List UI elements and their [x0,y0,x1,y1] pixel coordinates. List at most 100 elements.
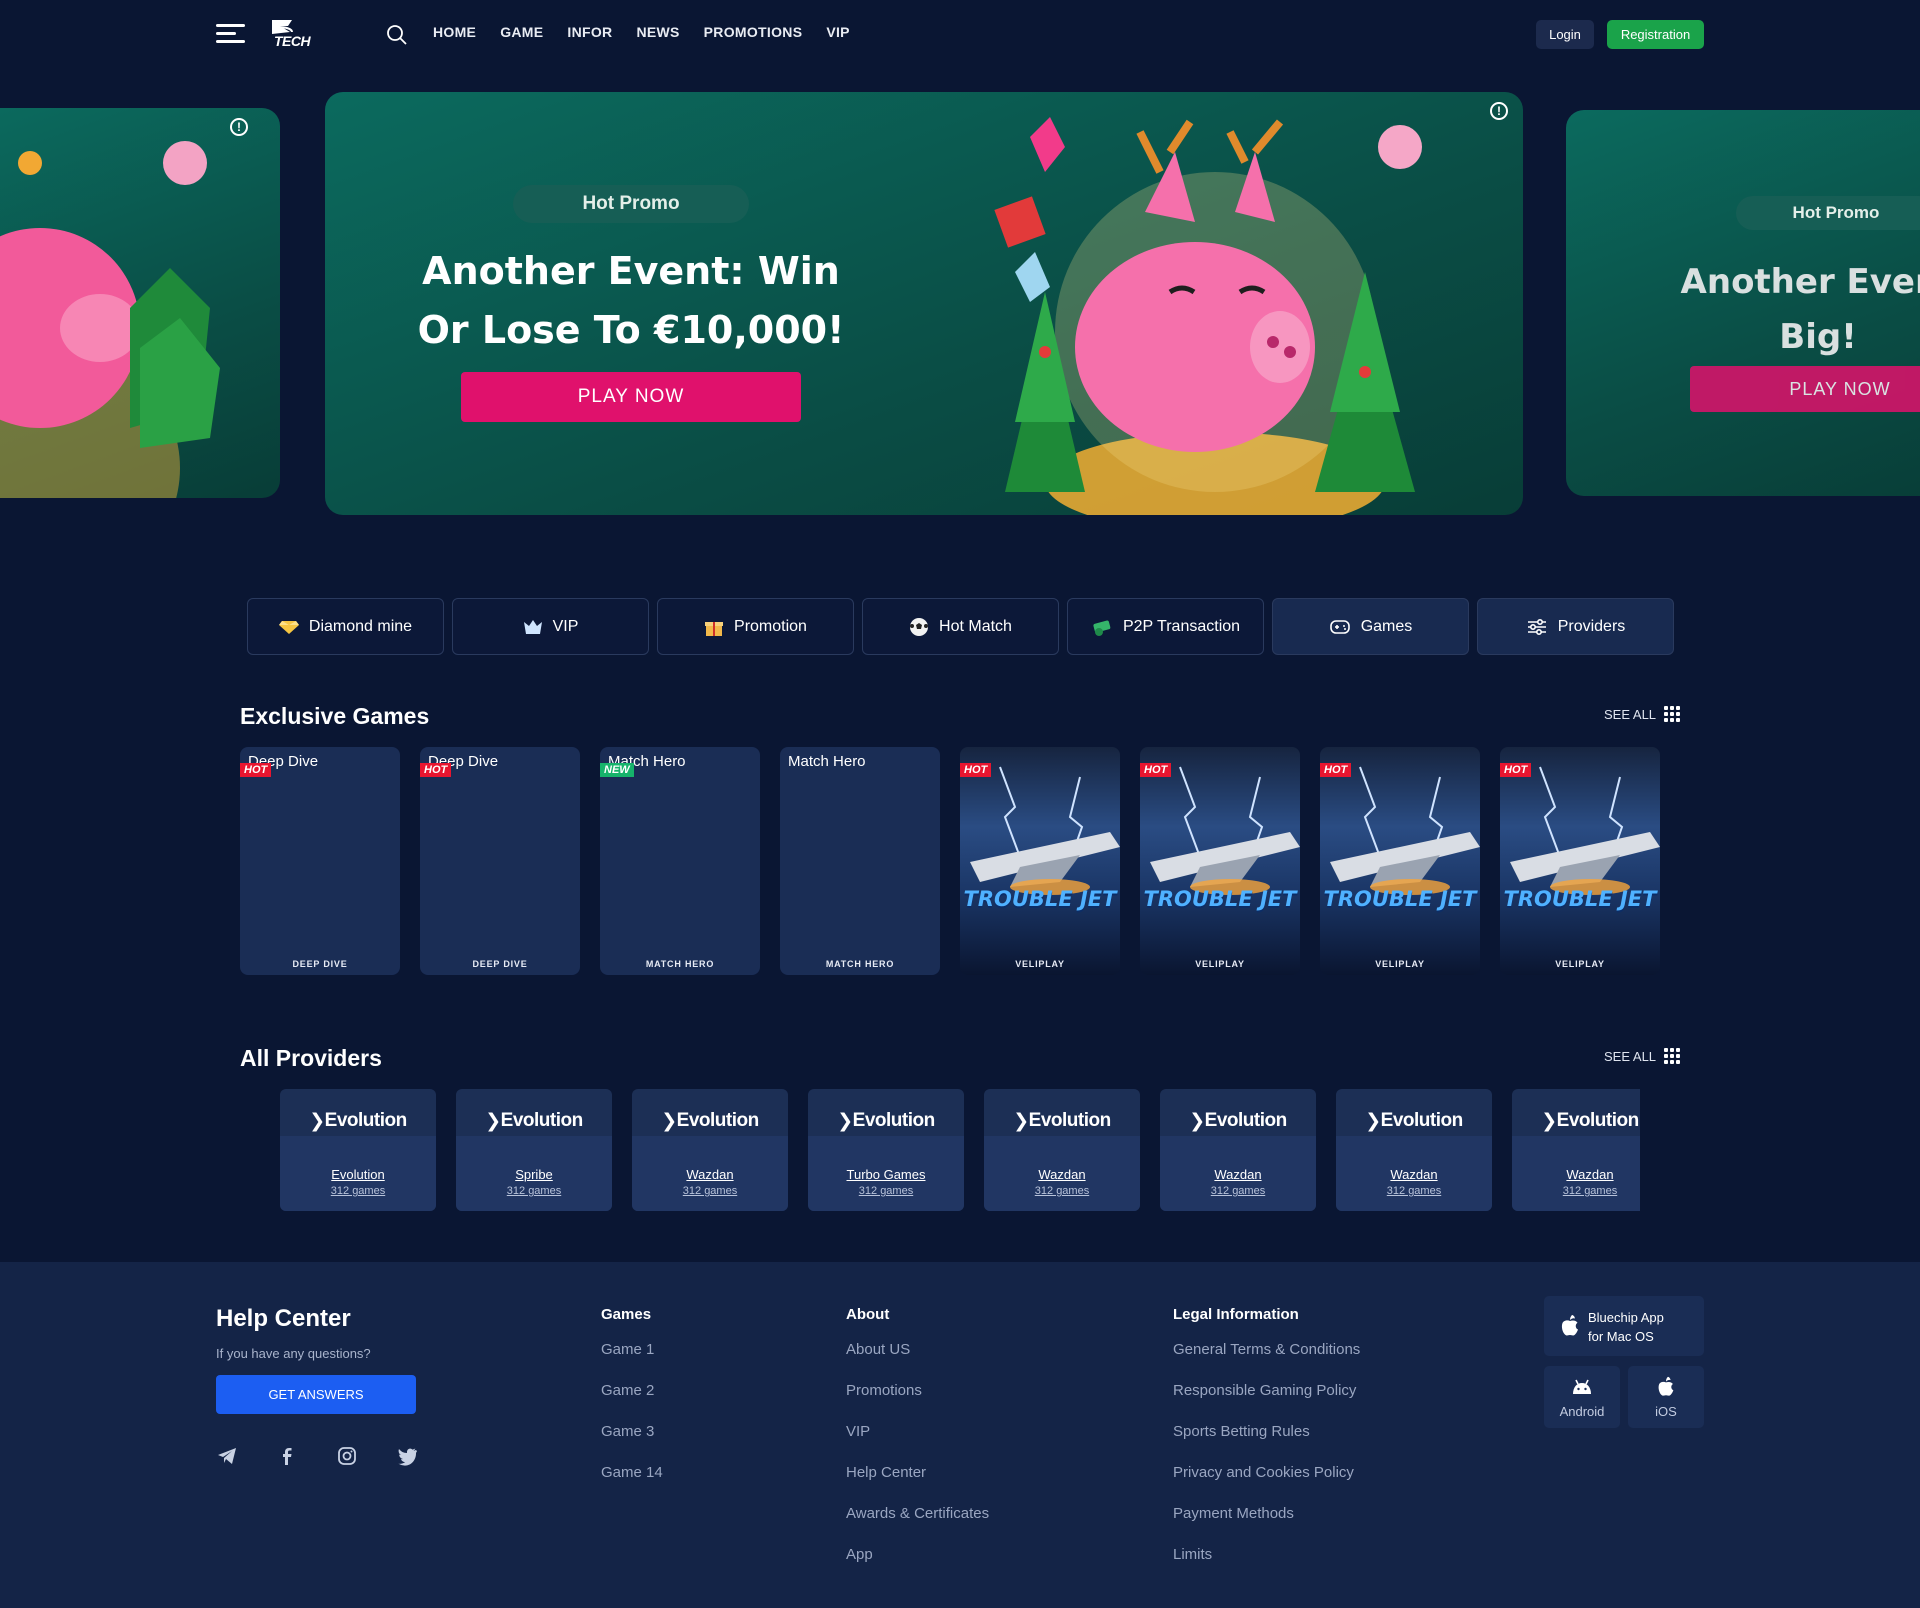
login-button[interactable]: Login [1536,20,1594,49]
android-app-download[interactable]: Android [1544,1366,1620,1428]
provider-game-count[interactable]: 312 games [984,1185,1140,1197]
sliders-icon [1527,618,1546,635]
tab-diamond-mine[interactable]: Diamond mine [247,598,444,655]
providers-see-all-link[interactable]: SEE ALL [1604,1048,1681,1064]
provider-game-count[interactable]: 312 games [632,1185,788,1197]
provider-card[interactable]: ❯ Evolution Spribe 312 games [456,1089,612,1211]
footer-link[interactable]: Game 3 [601,1422,663,1463]
play-now-button[interactable]: PLAY NOW [1690,366,1920,412]
provider-name[interactable]: Spribe [456,1167,612,1182]
provider-logo-text: Evolution [852,1110,936,1131]
game-card[interactable]: HOT TROUBLE JET VELIPLAY [960,747,1120,975]
provider-name[interactable]: Wazdan [1512,1167,1640,1182]
footer-about-column: About About US Promotions VIP Help Cente… [846,1306,989,1586]
play-now-button[interactable]: PLAY NOW [461,372,801,422]
footer-link[interactable]: Awards & Certificates [846,1504,989,1545]
footer-link[interactable]: Game 1 [601,1340,663,1381]
twitter-icon[interactable] [396,1445,418,1467]
logo[interactable]: TECH [268,18,324,52]
provider-name[interactable]: Wazdan [1336,1167,1492,1182]
footer-link[interactable]: Responsible Gaming Policy [1173,1381,1360,1422]
provider-logo-text: Evolution [676,1110,760,1131]
game-provider-label: DEEP DIVE [472,959,528,969]
nav-game[interactable]: GAME [500,24,543,40]
get-answers-button[interactable]: GET ANSWERS [216,1375,416,1414]
provider-card[interactable]: ❯ Evolution Wazdan 312 games [1160,1089,1316,1211]
nav-infor[interactable]: INFOR [567,24,612,40]
provider-game-count[interactable]: 312 games [808,1185,964,1197]
hot-promo-badge: Hot Promo [513,185,749,223]
game-card[interactable]: HOT TROUBLE JET VELIPLAY [1320,747,1480,975]
chevron-right-icon: ❯ [485,1110,501,1132]
game-card[interactable]: HOT TROUBLE JET VELIPLAY [1140,747,1300,975]
provider-game-count[interactable]: 312 games [456,1185,612,1197]
provider-card[interactable]: ❯ Evolution Evolution 312 games [280,1089,436,1211]
tab-games[interactable]: Games [1272,598,1469,655]
tab-hot-match[interactable]: Hot Match [862,598,1059,655]
tab-label: Diamond mine [308,617,413,635]
provider-name[interactable]: Wazdan [632,1167,788,1182]
game-card[interactable]: HOT TROUBLE JET VELIPLAY [1500,747,1660,975]
mac-app-download[interactable]: Bluechip App for Mac OS [1544,1296,1704,1356]
footer-link[interactable]: About US [846,1340,989,1381]
provider-name[interactable]: Wazdan [984,1167,1140,1182]
provider-name[interactable]: Evolution [280,1167,436,1182]
tab-providers[interactable]: Providers [1477,598,1674,655]
provider-name[interactable]: Wazdan [1160,1167,1316,1182]
provider-game-count[interactable]: 312 games [1336,1185,1492,1197]
nav-news[interactable]: NEWS [636,24,679,40]
footer-link[interactable]: App [846,1545,989,1586]
provider-game-count[interactable]: 312 games [1160,1185,1316,1197]
tab-vip[interactable]: VIP [452,598,649,655]
footer-link[interactable]: VIP [846,1422,989,1463]
provider-game-count[interactable]: 312 games [1512,1185,1640,1197]
provider-card[interactable]: ❯ Evolution Wazdan 312 games [632,1089,788,1211]
footer-link[interactable]: Game 2 [601,1381,663,1422]
info-icon[interactable]: ! [230,118,248,136]
hero-title-line1: Another Event [1680,262,1920,302]
android-label: Android [1559,1404,1605,1419]
footer-link[interactable]: Privacy and Cookies Policy [1173,1463,1360,1504]
provider-card[interactable]: ❯ Evolution Wazdan 312 games [1512,1089,1640,1211]
game-card[interactable]: Deep Dive HOT DEEP DIVE [420,747,580,975]
search-icon[interactable] [386,24,408,46]
provider-card[interactable]: ❯ Evolution Turbo Games 312 games [808,1089,964,1211]
registration-button[interactable]: Registration [1607,20,1704,49]
hot-badge: HOT [960,763,992,777]
footer-link[interactable]: Help Center [846,1463,989,1504]
all-providers-title: All Providers [240,1045,382,1071]
tab-promotion[interactable]: Promotion [657,598,854,655]
hero-title-line2: Big! [1779,317,1857,357]
tab-label: Providers [1557,617,1626,635]
provider-name[interactable]: Turbo Games [808,1167,964,1182]
footer-link[interactable]: Payment Methods [1173,1504,1360,1545]
nav-vip[interactable]: VIP [826,24,849,40]
provider-card[interactable]: ❯ Evolution Wazdan 312 games [984,1089,1140,1211]
instagram-icon[interactable] [336,1445,358,1467]
footer-link[interactable]: General Terms & Conditions [1173,1340,1360,1381]
trouble-jet-thumbnail [970,766,1120,895]
chevron-right-icon: ❯ [1365,1110,1381,1132]
telegram-icon[interactable] [216,1445,238,1467]
apple-icon [1658,1376,1674,1396]
footer-link[interactable]: Game 14 [601,1463,663,1504]
game-card[interactable]: Match Hero NEW MATCH HERO [600,747,760,975]
hero-slide-previous[interactable]: ! [0,108,280,498]
info-icon[interactable]: ! [1490,102,1508,120]
diamond-icon [278,620,299,634]
ios-app-download[interactable]: iOS [1628,1366,1704,1428]
game-card[interactable]: Deep Dive HOT DEEP DIVE [240,747,400,975]
footer-link[interactable]: Sports Betting Rules [1173,1422,1360,1463]
footer-link[interactable]: Promotions [846,1381,989,1422]
hamburger-menu-icon[interactable] [216,24,245,44]
nav-promotions[interactable]: PROMOTIONS [704,24,803,40]
exclusive-see-all-link[interactable]: SEE ALL [1604,706,1681,722]
provider-game-count[interactable]: 312 games [280,1185,436,1197]
hero-slide-next[interactable]: Hot Promo Another Event Big! PLAY NOW [1566,110,1920,496]
nav-home[interactable]: HOME [433,24,476,40]
tab-p2p-transaction[interactable]: P2P Transaction [1067,598,1264,655]
footer-link[interactable]: Limits [1173,1545,1360,1586]
provider-card[interactable]: ❯ Evolution Wazdan 312 games [1336,1089,1492,1211]
facebook-icon[interactable] [276,1445,298,1467]
game-card[interactable]: Match Hero MATCH HERO [780,747,940,975]
